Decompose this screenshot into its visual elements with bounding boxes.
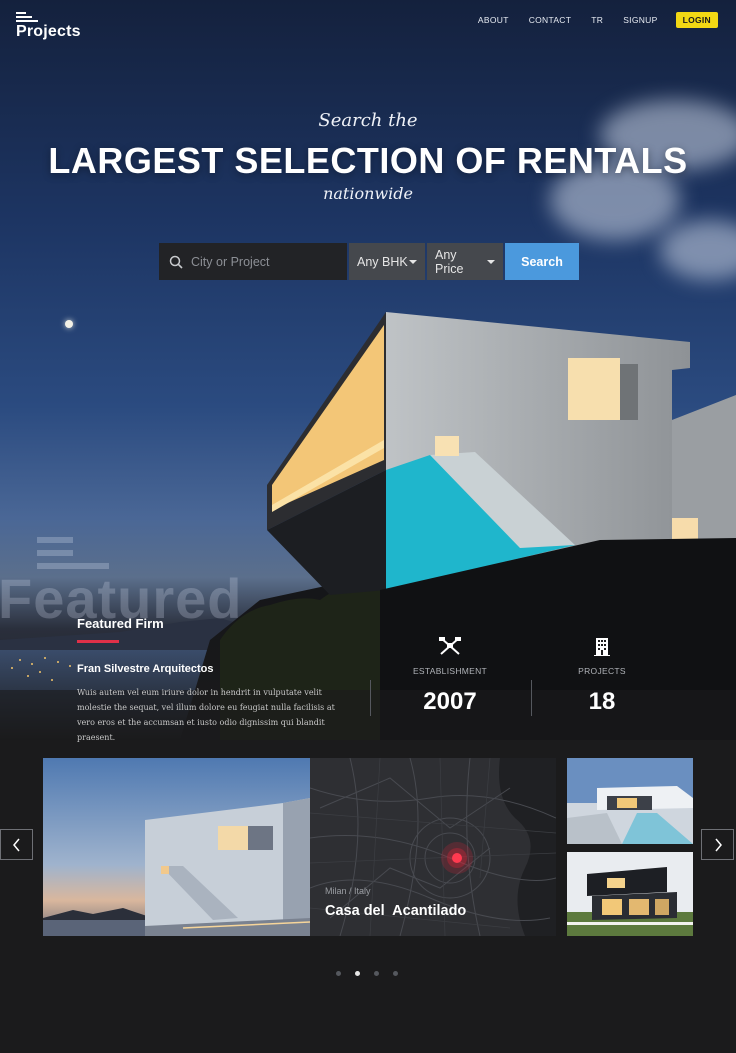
thumbnail-image	[567, 758, 693, 844]
stat-value: 18	[588, 688, 616, 715]
top-nav: ABOUT CONTACT TR SIGNUP LOGIN	[458, 12, 718, 28]
building-icon	[594, 638, 610, 656]
nav-contact-link[interactable]: CONTACT	[529, 15, 572, 25]
carousel-dot-active[interactable]	[355, 971, 360, 976]
stat-establishment: ESTABLISHMENT 2007	[400, 636, 500, 716]
page: Projects ABOUT CONTACT TR SIGNUP LOGIN S…	[0, 0, 736, 1053]
project-location: Milan / Italy	[325, 886, 371, 896]
hero-pre-title: Search the	[318, 110, 418, 131]
featured-firm-title: Featured Firm	[77, 616, 164, 631]
hero-title: LARGEST SELECTION OF RENTALS	[48, 140, 688, 181]
project-title[interactable]: Casa del Acantilado	[325, 903, 466, 919]
bhk-select-value: Any BHK	[357, 254, 408, 269]
project-map[interactable]: Milan / Italy Casa del Acantilado	[310, 758, 556, 936]
nav-tr-link[interactable]: TR	[591, 15, 603, 25]
stat-value: 2007	[423, 688, 477, 715]
title-underline	[77, 640, 119, 643]
house-photo	[43, 758, 310, 936]
chevron-left-icon	[12, 838, 20, 851]
project-thumbnail[interactable]	[567, 758, 693, 844]
search-bar: Any BHK Any Price Search	[159, 243, 579, 280]
carousel-dot[interactable]	[336, 971, 341, 976]
carousel-next-button[interactable]	[701, 829, 734, 860]
price-select[interactable]: Any Price	[427, 243, 503, 280]
logo-bars-icon	[16, 12, 81, 22]
thumbnail-image	[567, 852, 693, 936]
logo-text: Projects	[16, 23, 81, 40]
tools-icon	[439, 637, 461, 655]
divider	[531, 680, 532, 716]
carousel-prev-button[interactable]	[0, 829, 33, 860]
bhk-select[interactable]: Any BHK	[349, 243, 425, 280]
search-button[interactable]: Search	[505, 243, 579, 280]
chevron-right-icon	[714, 838, 722, 851]
search-icon	[169, 255, 183, 269]
stat-label: ESTABLISHMENT	[412, 666, 488, 676]
hero-post-title: nationwide	[323, 184, 413, 203]
carousel-pagination	[0, 971, 735, 976]
price-select-value: Any Price	[435, 247, 464, 276]
carousel-dot[interactable]	[393, 971, 398, 976]
stat-label: PROJECTS	[578, 666, 626, 676]
chevron-down-icon	[487, 259, 495, 264]
project-thumbnail[interactable]	[567, 852, 693, 936]
search-field[interactable]	[159, 243, 347, 280]
nav-about-link[interactable]: ABOUT	[478, 15, 509, 25]
chevron-down-icon	[409, 259, 417, 264]
project-main-image[interactable]	[43, 758, 310, 936]
divider	[370, 680, 371, 716]
firm-name[interactable]: Fran Silvestre Arquitectos	[77, 663, 214, 675]
nav-signup-link[interactable]: SIGNUP	[623, 15, 657, 25]
search-input[interactable]	[189, 253, 343, 270]
login-button[interactable]: LOGIN	[675, 12, 718, 28]
stat-projects: PROJECTS 18	[552, 636, 652, 716]
firm-description: Wuis autem vel eum iriure dolor in hendr…	[77, 688, 335, 742]
carousel-dot[interactable]	[374, 971, 379, 976]
logo[interactable]: Projects	[16, 12, 81, 41]
